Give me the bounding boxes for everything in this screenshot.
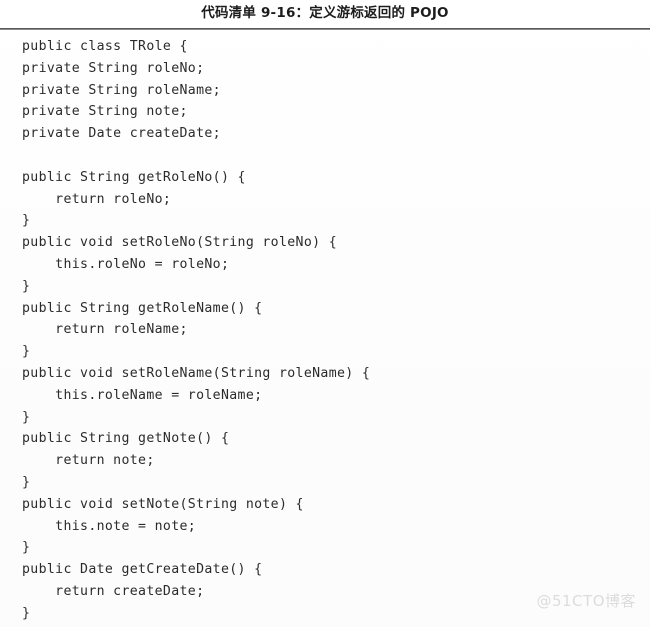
code-line: this.note = note; xyxy=(22,518,197,534)
code-line: } xyxy=(22,213,31,229)
code-line: } xyxy=(22,344,31,360)
code-line: public String getNote() { xyxy=(22,431,230,447)
figure-caption: 代码清单 9-16：定义游标返回的 POJO xyxy=(201,4,449,21)
code-line: private String roleNo; xyxy=(22,60,205,76)
caption-divider-rule xyxy=(0,28,650,30)
code-line: private Date createDate; xyxy=(22,126,221,142)
code-line: } xyxy=(22,278,31,294)
code-line: return roleNo; xyxy=(22,191,172,207)
code-line: return note; xyxy=(22,453,155,469)
code-line: public void setRoleNo(String roleNo) { xyxy=(22,235,338,251)
code-listing: public class TRole { private String roleN… xyxy=(22,36,628,625)
code-line: public void setNote(String note) { xyxy=(22,496,304,512)
code-line: this.roleName = roleName; xyxy=(22,387,263,403)
code-line: public class TRole { xyxy=(22,39,188,54)
code-line: } xyxy=(22,409,31,425)
code-line: } xyxy=(22,540,31,556)
code-line: private String note; xyxy=(22,104,188,120)
code-line: public String getRoleName() { xyxy=(22,300,263,316)
code-line: public Date getCreateDate() { xyxy=(22,562,263,578)
code-line: } xyxy=(22,474,31,490)
figure-caption-bar: 代码清单 9-16：定义游标返回的 POJO xyxy=(0,0,650,29)
code-line: private String roleName; xyxy=(22,82,221,98)
watermark: @51CTO博客 xyxy=(536,592,636,610)
code-line: public String getRoleNo() { xyxy=(22,169,246,185)
code-line: this.roleNo = roleNo; xyxy=(22,256,230,272)
code-line: return roleName; xyxy=(22,322,188,338)
code-line: public void setRoleName(String roleName)… xyxy=(22,365,371,381)
